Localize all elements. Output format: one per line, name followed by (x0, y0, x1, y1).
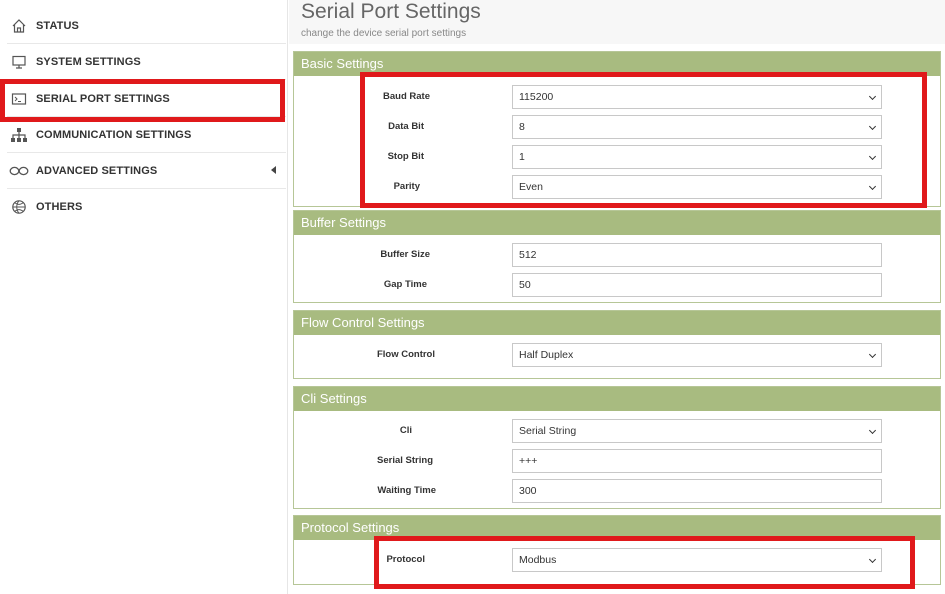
flow-control-row: Flow Control Half Duplex (294, 343, 940, 367)
page-subtitle: change the device serial port settings (301, 28, 467, 39)
network-icon (9, 125, 29, 145)
basic-settings-highlight-box (360, 72, 927, 208)
sidebar-item-system-settings[interactable]: SYSTEM SETTINGS (7, 44, 286, 80)
buffer-size-row: Buffer Size 512 (294, 243, 940, 267)
home-icon (9, 16, 29, 36)
field-label: Serial String (377, 455, 433, 466)
field-label: Waiting Time (377, 485, 436, 496)
sidebar-item-status[interactable]: STATUS (7, 8, 286, 44)
waiting-time-input[interactable]: 300 (512, 479, 882, 503)
monitor-icon (9, 52, 29, 72)
sidebar-item-others[interactable]: OTHERS (7, 189, 286, 225)
sidebar-highlight-box (0, 79, 285, 122)
field-label: Buffer Size (380, 249, 430, 260)
buffer-settings-panel: Buffer Settings Buffer Size 512 Gap Time… (293, 210, 941, 303)
cli-settings-panel: Cli Settings Cli Serial String Serial St… (293, 386, 941, 509)
sidebar-item-label: SYSTEM SETTINGS (36, 55, 141, 68)
serial-string-input[interactable]: +++ (512, 449, 882, 473)
field-label: Flow Control (376, 349, 435, 360)
sidebar-item-label: ADVANCED SETTINGS (36, 164, 158, 177)
flow-control-settings-panel: Flow Control Settings Flow Control Half … (293, 310, 941, 379)
panel-title: Cli Settings (294, 387, 940, 411)
serial-string-row: Serial String +++ (294, 449, 940, 473)
sidebar-item-communication-settings[interactable]: COMMUNICATION SETTINGS (7, 117, 286, 153)
gap-time-input[interactable]: 50 (512, 273, 882, 297)
page-title: Serial Port Settings (301, 0, 481, 23)
cli-select[interactable]: Serial String (512, 419, 882, 443)
field-label: Gap Time (383, 279, 427, 290)
field-label: Cli (399, 425, 412, 436)
cli-row: Cli Serial String (294, 419, 940, 443)
panel-title: Flow Control Settings (294, 311, 940, 335)
infinity-icon (9, 161, 29, 181)
sidebar-item-advanced-settings[interactable]: ADVANCED SETTINGS (7, 153, 286, 189)
caret-left-icon (271, 166, 276, 174)
gap-time-row: Gap Time 50 (294, 273, 940, 297)
waiting-time-row: Waiting Time 300 (294, 479, 940, 503)
panel-title: Buffer Settings (294, 211, 940, 235)
sidebar-item-label: STATUS (36, 19, 79, 32)
buffer-size-input[interactable]: 512 (512, 243, 882, 267)
sidebar-item-label: COMMUNICATION SETTINGS (36, 128, 192, 141)
sidebar-item-label: OTHERS (36, 201, 83, 213)
basketball-icon (9, 197, 29, 217)
protocol-highlight-box (374, 536, 915, 589)
flow-control-select[interactable]: Half Duplex (512, 343, 882, 367)
